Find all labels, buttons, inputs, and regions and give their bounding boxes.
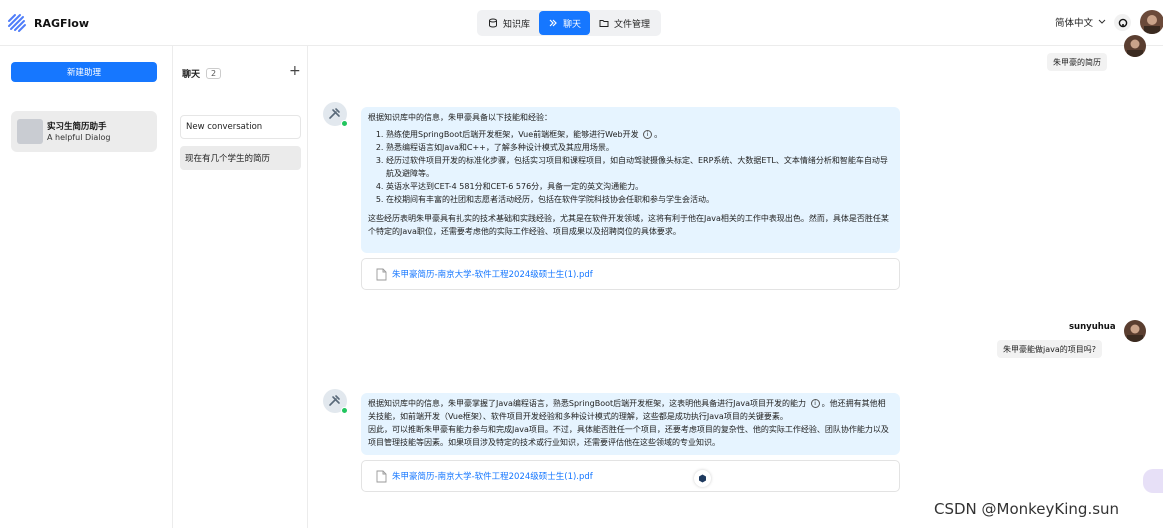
- conversation-item[interactable]: New conversation: [180, 115, 301, 139]
- bot-message-summary: 这些经历表明朱甲豪具有扎实的技术基础和实践经验，尤其是在软件开发领域，这将有利于…: [368, 214, 889, 236]
- language-selector[interactable]: 简体中文: [1055, 15, 1106, 29]
- bot-icon: [329, 108, 340, 119]
- reference-document-link[interactable]: 朱甲豪简历-南京大学-软件工程2024级硕士生(1).pdf: [361, 258, 900, 290]
- add-conversation-icon[interactable]: +: [289, 63, 301, 79]
- bot-message-bubble: 根据知识库中的信息，朱甲豪掌握了Java编程语言，熟悉SpringBoot后端开…: [361, 393, 900, 455]
- scroll-action-icon[interactable]: [694, 470, 711, 487]
- bot-message-paragraph: 因此，可以推断朱甲豪有能力参与和完成Java项目。不过，具体能否胜任一个项目，还…: [368, 425, 889, 447]
- conversation-count-badge: 2: [206, 68, 222, 79]
- top-bar: RAGFlow 知识库 聊天 文件管理 简体中文: [0, 0, 1163, 46]
- new-assistant-button[interactable]: 新建助理: [11, 62, 157, 82]
- nav-chat[interactable]: 聊天: [539, 11, 591, 35]
- list-item: 在校期间有丰富的社团和志愿者活动经历，包括在软件学院科技协会任职和参与学生会活动…: [386, 193, 893, 206]
- conversation-item-selected[interactable]: 现在有几个学生的简历: [180, 146, 301, 170]
- nav-files-label: 文件管理: [614, 19, 651, 30]
- user-avatar-message: [1124, 35, 1146, 57]
- conversation-panel: 聊天 2 + New conversation 现在有几个学生的简历: [173, 46, 308, 528]
- user-avatar-message: [1124, 320, 1146, 342]
- folder-icon: [599, 20, 609, 27]
- bot-message-bubble: 根据知识库中的信息，朱甲豪具备以下技能和经验： 熟练使用SpringBoot后端…: [361, 107, 900, 253]
- ragflow-logo-icon: [8, 14, 26, 32]
- list-item: 熟练使用SpringBoot后端开发框架，Vue前端框架，能够进行Web开发 i…: [386, 128, 893, 141]
- conversation-header: 聊天 2: [182, 67, 222, 80]
- bot-icon: [329, 395, 340, 406]
- list-item: 经历过软件项目开发的标准化步骤，包括实习项目和课程项目，如自动驾驶摄像头标定、E…: [386, 154, 893, 180]
- assistant-name: 实习生简历助手: [47, 122, 107, 132]
- user-name: sunyuhua: [1069, 322, 1116, 332]
- document-name: 朱甲豪简历-南京大学-软件工程2024级硕士生(1).pdf: [392, 472, 593, 482]
- floating-widget-icon[interactable]: [1143, 469, 1163, 493]
- database-icon: [489, 18, 497, 28]
- assistant-icon: [17, 119, 43, 144]
- bot-message-list: 熟练使用SpringBoot后端开发框架，Vue前端框架，能够进行Web开发 i…: [368, 128, 893, 206]
- bot-avatar: [323, 102, 348, 127]
- user-message-bubble: 朱甲豪能做java的项目吗?: [997, 340, 1103, 358]
- main-nav: 知识库 聊天 文件管理: [477, 10, 662, 36]
- user-message-bubble: 朱甲豪的简历: [1047, 53, 1107, 71]
- file-icon: [376, 470, 387, 482]
- bot-avatar: [323, 389, 348, 414]
- info-icon[interactable]: i: [810, 399, 820, 408]
- nav-file-management[interactable]: 文件管理: [590, 11, 659, 35]
- assistant-panel: 新建助理 实习生简历助手 A helpful Dialog: [0, 46, 173, 528]
- watermark: CSDN @MonkeyKing.sun: [934, 500, 1120, 518]
- nav-knowledge-label: 知识库: [503, 19, 531, 30]
- file-icon: [376, 268, 387, 280]
- chevron-down-icon: [1098, 19, 1106, 24]
- user-avatar[interactable]: [1140, 10, 1163, 34]
- bot-message-paragraph: 根据知识库中的信息，朱甲豪掌握了Java编程语言，熟悉SpringBoot后端开…: [368, 399, 886, 421]
- assistant-card[interactable]: 实习生简历助手 A helpful Dialog: [11, 111, 157, 152]
- reference-document-link[interactable]: 朱甲豪简历-南京大学-软件工程2024级硕士生(1).pdf: [361, 460, 900, 492]
- online-status-icon: [341, 120, 348, 127]
- app-logo[interactable]: RAGFlow: [7, 13, 89, 33]
- info-icon[interactable]: i: [643, 130, 653, 139]
- nav-knowledge-base[interactable]: 知识库: [479, 11, 539, 35]
- assistant-description: A helpful Dialog: [47, 133, 111, 142]
- bot-message-intro: 根据知识库中的信息，朱甲豪具备以下技能和经验：: [368, 113, 552, 122]
- conversation-title: 聊天: [182, 70, 201, 80]
- github-icon[interactable]: [1114, 14, 1131, 31]
- list-item: 熟悉编程语言如Java和C++，了解多种设计模式及其应用场景。: [386, 141, 893, 154]
- document-name: 朱甲豪简历-南京大学-软件工程2024级硕士生(1).pdf: [392, 270, 593, 280]
- app-name: RAGFlow: [34, 16, 90, 30]
- nav-chat-label: 聊天: [563, 19, 582, 30]
- language-label: 简体中文: [1055, 18, 1094, 29]
- online-status-icon: [341, 407, 348, 414]
- list-item: 英语水平达到CET-4 581分和CET-6 576分，具备一定的英文沟通能力。: [386, 180, 893, 193]
- chat-icon: [549, 19, 557, 27]
